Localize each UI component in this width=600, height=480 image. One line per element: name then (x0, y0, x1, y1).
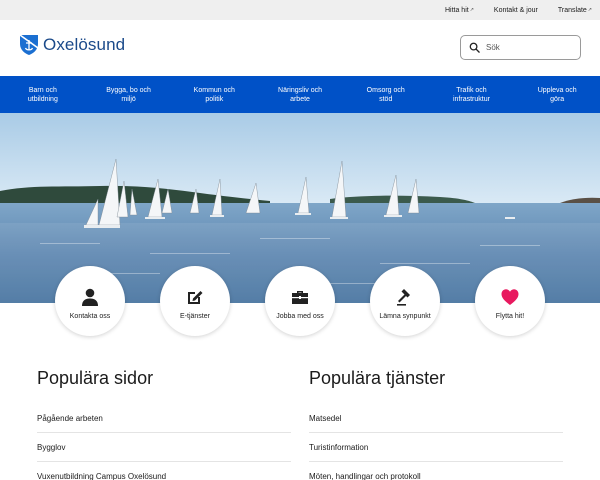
nav-label-line2: stöd (379, 95, 393, 103)
list-item[interactable]: Bygglov (37, 433, 291, 462)
list-item[interactable]: Vuxenutbildning Campus Oxelösund (37, 462, 291, 480)
nav-label-line1: Näringsliv och (278, 86, 322, 94)
top-utility-bar: Hitta hit ↗ Kontakt & jour Translate ↗ (0, 0, 600, 20)
quick-link-kontakta-oss[interactable]: Kontakta oss (55, 266, 125, 336)
gavel-icon (397, 288, 410, 306)
popular-pages-section: Populära sidor Pågående arbeten Bygglov … (37, 368, 291, 480)
top-link-hitta-hit[interactable]: Hitta hit ↗ (445, 7, 474, 14)
top-link-label: Hitta hit (444, 6, 469, 14)
list-item-label: Turistinformation (309, 442, 369, 452)
list-item[interactable]: Turistinformation (309, 433, 563, 462)
external-link-icon: ↗ (469, 7, 474, 13)
nav-item-barn-och-utbildning[interactable]: Barn och utbildning (0, 76, 86, 113)
list-item-label: Bygglov (37, 442, 66, 452)
nav-item-omsorg-och-stod[interactable]: Omsorg och stöd (343, 76, 429, 113)
site-logo[interactable]: Oxelösund (19, 34, 125, 56)
nav-label: Kommun och politik (194, 86, 235, 104)
quick-link-label: Kontakta oss (69, 312, 111, 320)
list-item-label: Pågående arbeten (37, 413, 103, 423)
popular-pages-list: Pågående arbeten Bygglov Vuxenutbildning… (37, 404, 291, 480)
list-item-label: Möten, handlingar och protokoll (309, 471, 421, 480)
nav-label: Trafik och infrastruktur (453, 86, 490, 104)
nav-item-uppleva-och-gora[interactable]: Uppleva och göra (514, 76, 600, 113)
heart-icon (501, 288, 519, 305)
top-link-kontakt-jour[interactable]: Kontakt & jour (494, 7, 538, 14)
nav-label-line1: Omsorg och (366, 86, 405, 94)
nav-label-line2: göra (550, 95, 565, 103)
search-icon (469, 42, 480, 53)
nav-item-naringsliv-och-arbete[interactable]: Näringsliv och arbete (257, 76, 343, 113)
popular-services-title: Populära tjänster (309, 368, 446, 388)
main-nav: Barn och utbildning Bygga, bo och miljö Ko… (0, 76, 600, 113)
popular-pages-title: Populära sidor (37, 368, 154, 388)
nav-label-line1: Barn och (28, 86, 57, 94)
top-links: Hitta hit ↗ Kontakt & jour Translate ↗ (445, 0, 592, 20)
nav-label-line1: Kommun och (193, 86, 235, 94)
nav-item-kommun-och-politik[interactable]: Kommun och politik (171, 76, 257, 113)
nav-label: Omsorg och stöd (367, 86, 405, 104)
quick-link-label: Jobba med oss (276, 312, 324, 320)
quick-link-jobba-med-oss[interactable]: Jobba med oss (265, 266, 335, 336)
person-icon (82, 288, 98, 306)
external-link-icon: ↗ (587, 7, 592, 13)
nav-label: Näringsliv och arbete (278, 86, 322, 104)
search-input[interactable] (486, 43, 576, 52)
top-link-label: Kontakt & jour (493, 6, 538, 14)
briefcase-icon (292, 290, 308, 304)
list-item[interactable]: Möten, handlingar och protokoll (309, 462, 563, 480)
list-item-label: Vuxenutbildning Campus Oxelösund (37, 471, 167, 480)
top-link-label: Translate (557, 6, 587, 14)
nav-label: Uppleva och göra (538, 86, 577, 104)
nav-label-line1: Trafik och (456, 86, 487, 94)
quick-link-label: E-tjänster (180, 312, 210, 320)
quick-link-e-tjanster[interactable]: E-tjänster (160, 266, 230, 336)
list-item[interactable]: Pågående arbeten (37, 404, 291, 433)
list-item-label: Matsedel (309, 413, 342, 423)
coat-of-arms-icon (19, 34, 39, 55)
list-item[interactable]: Matsedel (309, 404, 563, 433)
nav-label-line1: Uppleva och (537, 86, 577, 94)
nav-label-line2: utbildning (27, 95, 58, 103)
quick-link-label: Lämna synpunkt (379, 312, 431, 320)
nav-label-line2: infrastruktur (452, 95, 490, 103)
nav-label-line1: Bygga, bo och (106, 86, 151, 94)
popular-services-list: Matsedel Turistinformation Möten, handli… (309, 404, 563, 480)
quick-link-lamna-synpunkt[interactable]: Lämna synpunkt (370, 266, 440, 336)
site-header: Oxelösund (0, 20, 600, 76)
nav-label: Barn och utbildning (28, 86, 58, 104)
nav-item-trafik-och-infrastruktur[interactable]: Trafik och infrastruktur (429, 76, 515, 113)
nav-item-bygga-bo-och-miljo[interactable]: Bygga, bo och miljö (86, 76, 172, 113)
search-box[interactable] (460, 35, 581, 60)
edit-icon (188, 290, 203, 304)
nav-label-line2: arbete (290, 95, 310, 103)
quick-link-label: Flytta hit! (495, 312, 525, 320)
nav-label-line2: miljö (121, 95, 136, 103)
top-link-translate[interactable]: Translate ↗ (558, 7, 592, 14)
logo-text: Oxelösund (43, 35, 126, 54)
nav-label-line2: politik (205, 95, 224, 103)
quick-link-flytta-hit[interactable]: Flytta hit! (475, 266, 545, 336)
popular-services-section: Populära tjänster Matsedel Turistinforma… (309, 368, 563, 480)
nav-label: Bygga, bo och miljö (106, 86, 151, 104)
